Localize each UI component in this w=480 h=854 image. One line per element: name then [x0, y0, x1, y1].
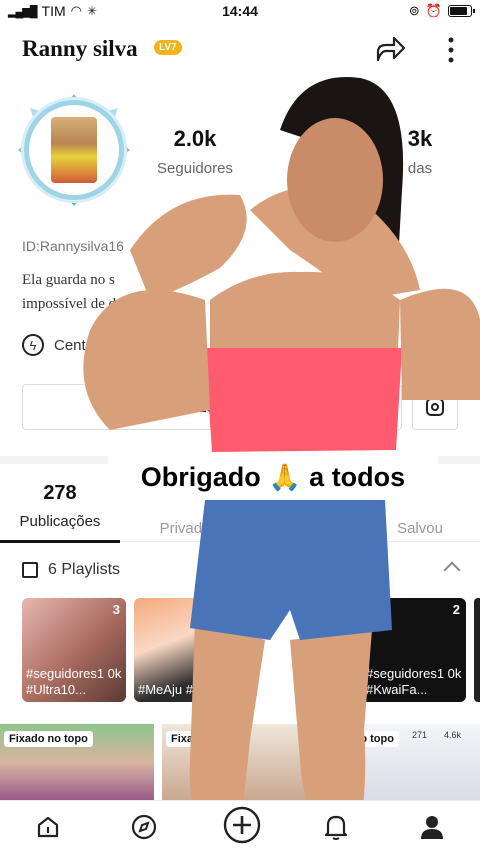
pinned-stat: 4.6k: [444, 730, 462, 740]
pinned-stat: 271: [412, 730, 428, 740]
home-icon: [37, 816, 59, 838]
battery-fill: [450, 7, 467, 15]
likes-count: 3k: [407, 126, 433, 151]
tab-publications-label: Publicações: [19, 513, 101, 530]
creator-center-label: Centr: [54, 336, 91, 354]
edit-profile-button[interactable]: Ec il: [22, 384, 402, 430]
playlists-label: 6 Playlists: [48, 561, 121, 578]
likes-label: das: [407, 160, 433, 177]
status-bar: ▂▄▆█ TIM ◠ ✳ 14:44 ⊚ ⏰: [0, 0, 480, 22]
playlist-count: 2: [452, 602, 460, 617]
nav-explore[interactable]: [128, 811, 160, 843]
bottom-nav: [0, 800, 480, 854]
chevron-up-icon[interactable]: [443, 561, 461, 579]
pinned-video-card[interactable]: ado no topo 271 4.6k: [326, 724, 480, 800]
compass-icon: [131, 814, 157, 840]
pray-emoji-icon: 🙏: [268, 461, 302, 492]
avatar[interactable]: [18, 94, 130, 206]
followers-count: 2.0k: [173, 126, 217, 151]
likes-stat[interactable]: 3k das: [390, 126, 450, 177]
bio-line-2: impossível de d: [22, 296, 117, 312]
profile-name: Ranny silva: [22, 36, 138, 61]
tab-active-indicator: [0, 540, 120, 543]
avatar-frame: [24, 100, 124, 200]
pinned-video-card[interactable]: Fixa: [162, 724, 312, 800]
tab-private-label: Privado: [159, 520, 211, 537]
battery-icon: [448, 5, 475, 17]
share-icon[interactable]: [372, 32, 408, 68]
caption-text-after: a todos: [309, 461, 406, 492]
instagram-button[interactable]: [412, 384, 458, 430]
rotation-lock-icon: ⊚: [408, 3, 420, 18]
playlist-icon: [22, 562, 38, 578]
avatar-photo: [51, 117, 97, 183]
level-badge[interactable]: LV7: [154, 40, 182, 55]
more-options-icon[interactable]: [444, 32, 458, 68]
pinned-label: Fixa: [166, 731, 199, 747]
nav-create[interactable]: [222, 805, 262, 845]
creator-center-link[interactable]: ϟ Centr: [22, 334, 91, 356]
profile-icon: [421, 816, 443, 839]
pinned-video-card[interactable]: Fixado no topo: [0, 724, 154, 800]
playlist-title: #MeAju #segui: [138, 682, 224, 697]
user-id: ID:Rannysilva16: [22, 238, 124, 254]
caption-text-before: Obrigado: [140, 461, 261, 492]
playlist-card[interactable]: 2 #seguidores1 0k #KwaiFa...: [362, 598, 466, 702]
playlist-card-partial: [474, 598, 480, 702]
video-caption: Obrigado 🙏 a todos: [108, 456, 438, 498]
nav-profile[interactable]: [416, 811, 448, 843]
bio-line-1: Ela guarda no s: [22, 272, 115, 288]
followers-stat[interactable]: 2.0k Seguidores: [150, 126, 240, 177]
bio: Ela guarda no s impossível de d: [22, 268, 462, 316]
bell-icon: [324, 815, 348, 840]
pinned-label: Fixado no topo: [4, 731, 93, 747]
playlist-title: #seguidores1 0k #KwaiFa...: [366, 666, 462, 697]
profile-header: Ranny silva LV7: [22, 30, 458, 70]
tab-publications[interactable]: 278 Publicações: [0, 482, 120, 530]
playlist-count: 3: [112, 602, 120, 617]
tab-saved[interactable]: Salvou: [380, 512, 460, 537]
alarm-icon: ⏰: [425, 3, 442, 18]
playlists-header[interactable]: 6 Playlists: [22, 558, 461, 582]
followers-label: Seguidores: [157, 160, 233, 177]
instagram-icon: [426, 398, 444, 416]
pinned-label: ado no topo: [326, 731, 399, 747]
tab-private[interactable]: Privado: [130, 512, 240, 537]
plus-icon: [223, 806, 261, 844]
tab-publications-count: 278: [43, 482, 77, 504]
playlist-title: #seguidores1 0k #Ultra10...: [26, 666, 122, 697]
playlist-card[interactable]: 3 #seguidores1 0k #Ultra10...: [22, 598, 126, 702]
status-right: ⊚ ⏰: [408, 3, 475, 19]
bolt-icon: ϟ: [22, 334, 44, 356]
nav-home[interactable]: [32, 811, 64, 843]
playlist-card[interactable]: #MeAju #segui: [134, 598, 238, 702]
tab-saved-label: Salvou: [397, 520, 443, 537]
playlist-partial-text: epert: [280, 682, 310, 697]
nav-notifications[interactable]: [320, 811, 352, 843]
